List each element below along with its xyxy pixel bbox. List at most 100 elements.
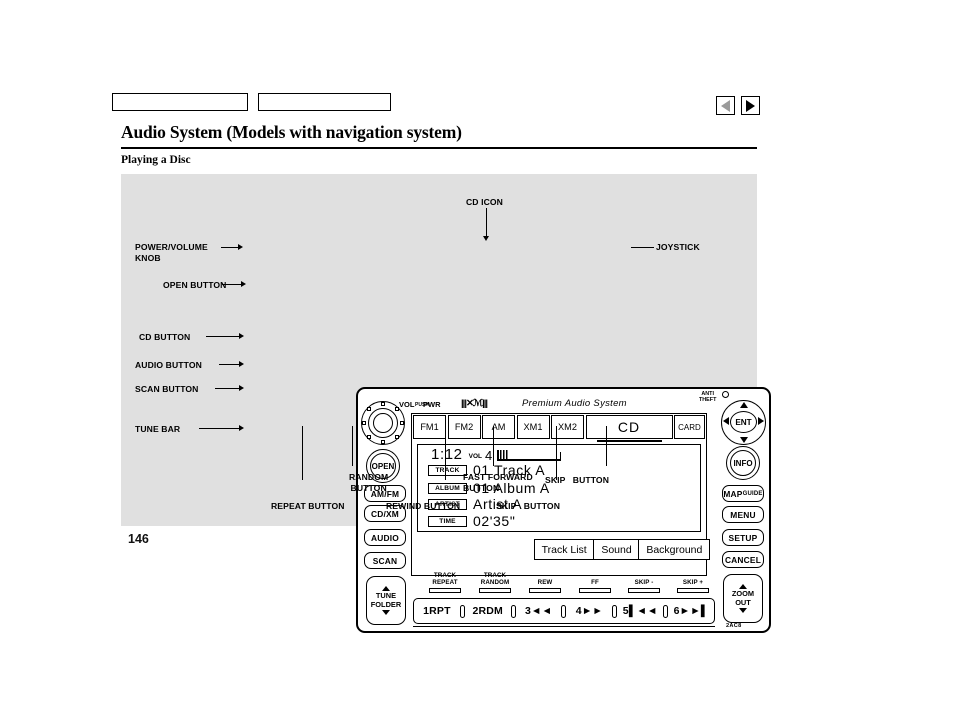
knob-tick-icon (395, 435, 399, 439)
leader-arrow (239, 385, 244, 391)
callout-line1: SKIP (496, 501, 517, 511)
leader-line (215, 388, 241, 390)
enter-button[interactable]: ENT (730, 411, 757, 433)
preset-label-bar (579, 588, 611, 593)
anti-theft-line2: THEFT (699, 396, 717, 403)
knob-tick-icon (362, 421, 366, 425)
tab-cd[interactable]: CD (585, 415, 673, 442)
preset-label-bar (628, 588, 660, 593)
prev-page-button[interactable] (716, 96, 735, 115)
audio-button[interactable]: AUDIO (364, 529, 406, 546)
leader-line (206, 336, 241, 338)
title-divider (121, 147, 757, 149)
tune-folder-bar[interactable]: TUNE FOLDER (366, 576, 406, 625)
zoom-out-arrow-icon (739, 607, 747, 613)
source-tab-row: FM1 FM2 AM XM1 XM2 CD CARD (413, 415, 705, 442)
leader-line (199, 428, 241, 430)
tab-xm1[interactable]: XM1 (516, 415, 550, 439)
tab-fm2[interactable]: FM2 (447, 415, 481, 439)
callout-joystick: JOYSTICK (656, 242, 700, 252)
preset-button-strip: 1RPT 2RDM 3◄◄ 4►► 5▌◄◄ 6►►▌ (413, 598, 715, 624)
leader-line (352, 426, 354, 466)
preset-button-6-skip-plus[interactable]: 6►►▌ (668, 605, 714, 617)
track-list-button[interactable]: Track List (533, 539, 595, 560)
scan-button[interactable]: SCAN (364, 552, 406, 569)
tune-folder-label: TUNE FOLDER (371, 592, 401, 608)
preset-label-rew: REW (519, 579, 571, 587)
map-guide-button[interactable]: MAP GUIDE (722, 485, 764, 502)
callout-fast-forward-button: FAST FORWARD BUTTON (463, 472, 533, 493)
menu-button[interactable]: MENU (722, 506, 764, 523)
preset-button-1-repeat[interactable]: 1RPT (414, 605, 460, 617)
section-title: Playing a Disc (121, 154, 191, 166)
preset-label-random: TRACK RANDOM (469, 572, 521, 586)
joystick-down-icon (740, 437, 748, 443)
soft-button-row: Track List Sound Background (533, 539, 711, 560)
triangle-left-icon (721, 99, 730, 112)
cancel-button[interactable]: CANCEL (722, 551, 764, 568)
callout-audio-button: AUDIO BUTTON (135, 360, 202, 370)
guide-label: GUIDE (742, 490, 763, 497)
volume-bar-right-cap (559, 452, 562, 461)
preset-label-bar (677, 588, 709, 593)
knob-tick-icon (367, 435, 371, 439)
leader-arrow (239, 425, 244, 431)
tab-fm1[interactable]: FM1 (413, 415, 446, 439)
leader-arrow (238, 244, 243, 250)
joystick-up-icon (740, 402, 748, 408)
tab-card[interactable]: CARD (674, 415, 705, 439)
callout-line2: BUTTON (523, 501, 561, 511)
leader-line (302, 426, 304, 480)
header-tab-bar-left (112, 93, 248, 111)
knob-inner-ring (373, 413, 393, 433)
callout-cd-button: CD BUTTON (139, 332, 191, 342)
preset-button-2-random[interactable]: 2RDM (465, 605, 511, 617)
knob-tick-icon (395, 407, 399, 411)
leader-line (556, 426, 558, 480)
zoom-bar[interactable]: ZOOM OUT (723, 574, 763, 623)
callout-tune-bar: TUNE BAR (135, 424, 181, 434)
tab-am[interactable]: AM (482, 415, 515, 439)
leader-line (445, 426, 447, 480)
joystick-right-icon (758, 417, 764, 425)
callout-rewind-button: REWIND BUTTON (386, 501, 461, 511)
setup-button[interactable]: SETUP (722, 529, 764, 546)
map-label: MAP (723, 488, 743, 499)
leader-line (493, 426, 495, 466)
preset-label-bar (529, 588, 561, 593)
knob-tick-icon (367, 407, 371, 411)
time-row: TIME 02'35" (428, 513, 515, 529)
info-button[interactable]: INFO (726, 446, 760, 480)
vol-label: VOL (399, 400, 415, 409)
preset-button-5-skip-minus[interactable]: 5▌◄◄ (617, 605, 663, 617)
label-line2: RANDOM (480, 578, 510, 586)
sound-button[interactable]: Sound (593, 539, 640, 560)
label-line1: SKIP + (682, 579, 704, 586)
callout-power-volume-knob: POWER/VOLUME KNOB (135, 242, 208, 263)
anti-theft-label: ANTI THEFT (699, 391, 717, 404)
header-tab-bar-right (258, 93, 391, 111)
joystick[interactable]: ENT (721, 400, 766, 445)
clock-text: 1:12 (431, 446, 463, 463)
next-page-button[interactable] (741, 96, 760, 115)
callout-skip-plus-button: SKIP BUTTON (545, 475, 609, 486)
callout-line1: RANDOM (349, 472, 389, 482)
callout-line2: BUTTON (572, 475, 610, 485)
callout-cd-icon: CD ICON (466, 197, 503, 207)
preset-label-bar (429, 588, 461, 593)
preset-button-4-fast-forward[interactable]: 4►► (566, 605, 612, 617)
leader-line (222, 284, 243, 286)
tab-cd-label: CD (617, 419, 641, 435)
preset-button-3-rewind[interactable]: 3◄◄ (516, 605, 562, 617)
callout-line1: SKIP (545, 475, 566, 485)
callout-line2: BUTTON (350, 482, 387, 493)
leader-arrow (241, 281, 246, 287)
knob-tick-icon (381, 440, 385, 444)
figure-panel: POWER/VOLUME KNOB OPEN BUTTON CD BUTTON … (121, 174, 771, 633)
label-line1: SKIP - (634, 579, 654, 586)
background-button[interactable]: Background (638, 539, 711, 560)
preset-label-ff: FF (569, 579, 621, 587)
unit-bottom-edge (413, 626, 715, 628)
callout-repeat-button: REPEAT BUTTON (271, 501, 345, 511)
volume-label: VOL (468, 453, 482, 460)
